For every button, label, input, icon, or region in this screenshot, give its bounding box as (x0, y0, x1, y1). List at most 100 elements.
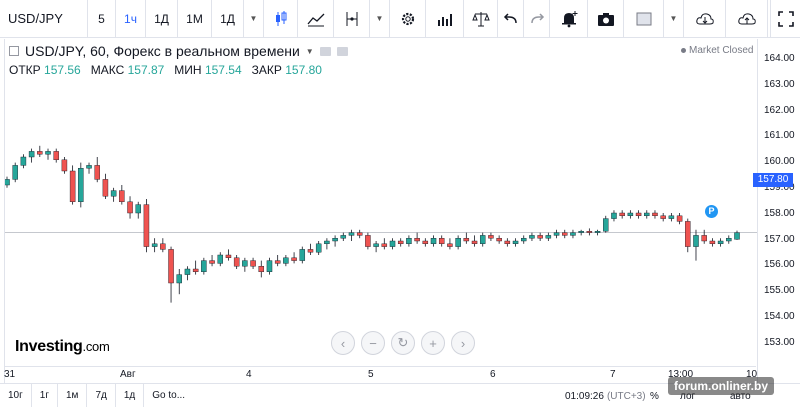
chart-area[interactable]: USD/JPY, 60, Форекс в реальном времени ▼… (4, 39, 796, 383)
chevron-down-icon[interactable]: ▼ (306, 47, 314, 56)
candle-body (496, 237, 502, 242)
scroll-right-button[interactable]: › (451, 331, 475, 355)
time-axis[interactable]: 31 Авг 4 5 6 7 13:00 10 (4, 366, 757, 383)
undo-button[interactable] (498, 0, 524, 38)
reset-button[interactable]: ↻ (391, 331, 415, 355)
volume-button[interactable] (426, 0, 464, 38)
candle (135, 201, 141, 219)
candle (693, 229, 699, 261)
toolbar: USD/JPY 5 1ч 1Д 1М 1Д ▼ ▼ ▼ (0, 0, 800, 38)
candle-body (324, 240, 330, 244)
candle-body (127, 201, 133, 214)
candle (299, 246, 306, 264)
interval-1m-button[interactable]: 1М (178, 0, 212, 38)
candle-body (479, 235, 486, 244)
interval-5-button[interactable]: 5 (88, 0, 116, 38)
zoom-in-button[interactable]: + (421, 331, 445, 355)
load-chart-button[interactable] (684, 0, 726, 38)
candle (422, 238, 429, 247)
template-dropdown-button[interactable]: ▼ (664, 0, 684, 38)
percent-scale-button[interactable]: % (650, 384, 659, 407)
candle-body (570, 232, 576, 236)
candle (28, 148, 35, 163)
candle (307, 243, 314, 255)
goto-button[interactable]: Go to... (144, 384, 193, 407)
reset-icon: ↻ (397, 335, 409, 350)
candle-body (644, 212, 650, 216)
candle (348, 229, 355, 241)
candle-body (20, 156, 27, 166)
range-1y-button[interactable]: 1г (32, 383, 58, 407)
legend-collapse-icon[interactable] (9, 46, 19, 56)
interval-custom-button[interactable]: 1Д (212, 0, 244, 38)
screenshot-button[interactable] (588, 0, 624, 38)
candle (529, 232, 535, 241)
chevron-right-icon: › (460, 335, 466, 351)
candle (455, 235, 461, 250)
candle (176, 269, 182, 295)
candle (266, 257, 273, 275)
candle-body (86, 165, 92, 169)
candle (201, 257, 207, 275)
candle (635, 210, 642, 219)
compare-button[interactable] (464, 0, 498, 38)
dividend-badge[interactable]: P (705, 205, 718, 218)
save-chart-button[interactable] (726, 0, 768, 38)
range-10y-button[interactable]: 10г (0, 383, 32, 407)
symbol-search-input[interactable]: USD/JPY (0, 0, 88, 38)
interval-1d-button[interactable]: 1Д (146, 0, 178, 38)
drawing-dropdown-button[interactable]: ▼ (370, 0, 390, 38)
open-group: ОТКР 157.56 (9, 63, 81, 77)
time-tick-label: 6 (490, 369, 496, 380)
legend-close-icon[interactable] (336, 46, 348, 56)
interval-1h-button[interactable]: 1ч (116, 0, 146, 38)
indicators-button[interactable] (298, 0, 334, 38)
candle (151, 238, 158, 253)
price-tick-label: 156.00 (764, 259, 795, 271)
alert-button[interactable] (550, 0, 588, 38)
settings-button[interactable] (390, 0, 426, 38)
candle (102, 173, 109, 199)
logo-main: Investing (15, 338, 83, 355)
interval-dropdown-button[interactable]: ▼ (244, 0, 264, 38)
close-label: ЗАКР (251, 63, 282, 77)
candle-body (283, 257, 289, 264)
candle (430, 235, 437, 247)
candle-body (660, 215, 666, 219)
price-tick-label: 157.00 (764, 233, 795, 245)
candle (315, 241, 322, 255)
candle (701, 229, 707, 244)
candles-type-button[interactable] (264, 0, 298, 38)
chevron-down-icon: ▼ (669, 14, 678, 23)
scroll-left-button[interactable]: ‹ (331, 331, 355, 355)
candle (660, 213, 666, 222)
legend-settings-icon[interactable] (319, 46, 331, 56)
candle (274, 255, 281, 267)
candle-body (61, 159, 68, 172)
investing-logo: Investing.com (15, 338, 110, 356)
candle-body (53, 151, 59, 161)
clock-timezone[interactable]: (UTC+3) (607, 391, 646, 402)
candle (603, 215, 609, 233)
template-button[interactable] (624, 0, 664, 38)
range-1d-button[interactable]: 1д (116, 383, 145, 407)
fork-icon (346, 11, 357, 26)
range-1m-button[interactable]: 1м (58, 383, 88, 407)
bell-plus-icon (561, 10, 577, 27)
candle-body (258, 265, 265, 272)
price-tick-label: 162.00 (764, 104, 795, 116)
candle-body (291, 257, 297, 261)
candle (676, 213, 683, 225)
candle-body (307, 249, 314, 253)
candle (611, 210, 617, 222)
price-axis[interactable]: 164.00 163.00 162.00 161.00 160.00 159.00 158.… (757, 39, 797, 383)
price-tick-label: 160.00 (764, 156, 795, 168)
candle-body (611, 212, 617, 219)
fullscreen-button[interactable] (770, 0, 800, 38)
range-7d-button[interactable]: 7д (87, 383, 116, 407)
zoom-out-button[interactable]: − (361, 331, 385, 355)
drawing-tools-button[interactable] (334, 0, 370, 38)
candle-body (455, 237, 461, 247)
open-label: ОТКР (9, 63, 41, 77)
redo-button[interactable] (524, 0, 550, 38)
